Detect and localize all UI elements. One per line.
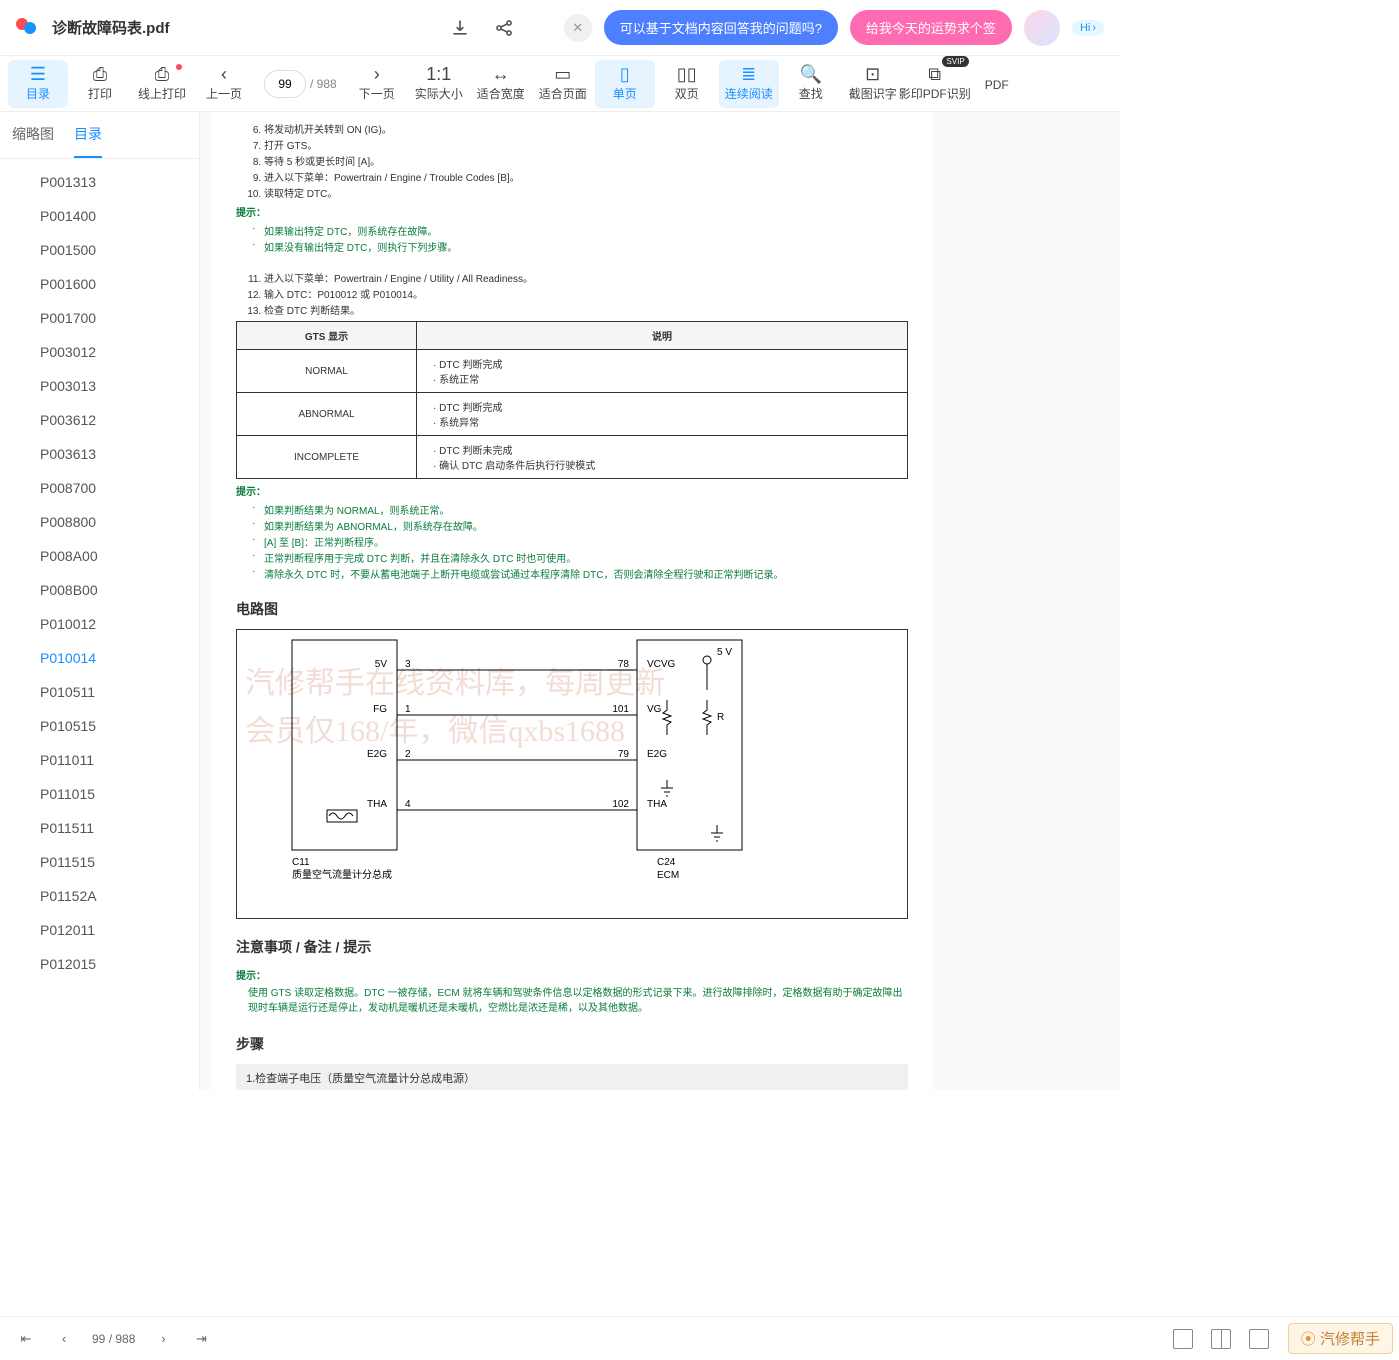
section-diagram-title: 电路图 xyxy=(236,599,908,619)
last-page-icon[interactable]: ⇥ xyxy=(191,1329,211,1349)
tool-上一页[interactable]: ‹上一页 xyxy=(194,60,254,108)
svg-text:3: 3 xyxy=(405,659,411,670)
svg-text:ECM: ECM xyxy=(657,870,679,881)
svg-text:C11: C11 xyxy=(292,857,310,868)
section-notes-title: 注意事项 / 备注 / 提示 xyxy=(236,937,908,957)
page-input[interactable] xyxy=(264,70,306,98)
toc-item-P008A00[interactable]: P008A00 xyxy=(0,539,199,573)
next-page-icon[interactable]: › xyxy=(153,1329,173,1349)
download-icon[interactable] xyxy=(444,12,476,44)
svg-text:R: R xyxy=(717,712,724,723)
toc-item-P011015[interactable]: P011015 xyxy=(0,777,199,811)
svg-text:质量空气流量计分总成: 质量空气流量计分总成 xyxy=(292,868,392,881)
ai-question-pill[interactable]: 可以基于文档内容回答我的问题吗? xyxy=(604,10,838,45)
svg-text:E2G: E2G xyxy=(647,749,667,760)
tool-下一页[interactable]: ›下一页 xyxy=(347,60,407,108)
toc-item-P010511[interactable]: P010511 xyxy=(0,675,199,709)
svg-text:2: 2 xyxy=(405,749,411,760)
svg-text:1: 1 xyxy=(405,704,411,715)
svg-text:79: 79 xyxy=(618,749,630,760)
tool-查找[interactable]: 🔍查找 xyxy=(781,60,841,108)
svg-text:THA: THA xyxy=(367,799,387,810)
toc-item-P003012[interactable]: P003012 xyxy=(0,335,199,369)
tab-thumbnail[interactable]: 缩略图 xyxy=(12,112,54,158)
avatar[interactable] xyxy=(1024,10,1060,46)
toc-item-P008700[interactable]: P008700 xyxy=(0,471,199,505)
gts-table: GTS 显示 说明 NORMALDTC 判断完成系统正常ABNORMALDTC … xyxy=(236,321,908,479)
svg-text:4: 4 xyxy=(405,799,411,810)
svg-text:101: 101 xyxy=(612,704,629,715)
step-list-b: 进入以下菜单：Powertrain / Engine / Utility / A… xyxy=(264,270,908,317)
svg-text:102: 102 xyxy=(612,799,629,810)
tool-连续阅读[interactable]: ≣连续阅读 xyxy=(719,60,779,108)
toc-item-P011011[interactable]: P011011 xyxy=(0,743,199,777)
toc-item-P001500[interactable]: P001500 xyxy=(0,233,199,267)
svg-text:5V: 5V xyxy=(375,659,388,670)
svg-text:5 V: 5 V xyxy=(717,647,732,658)
toc-item-P010012[interactable]: P010012 xyxy=(0,607,199,641)
toc-item-P001400[interactable]: P001400 xyxy=(0,199,199,233)
toc-item-P011515[interactable]: P011515 xyxy=(0,845,199,879)
layout-double-icon[interactable] xyxy=(1211,1329,1231,1349)
toc-item-P012011[interactable]: P012011 xyxy=(0,913,199,947)
app-logo xyxy=(16,16,40,40)
toc-item-P010515[interactable]: P010515 xyxy=(0,709,199,743)
layout-continuous-icon[interactable] xyxy=(1249,1329,1269,1349)
toc-item-P001700[interactable]: P001700 xyxy=(0,301,199,335)
step-list-a: 将发动机开关转到 ON (IG)。打开 GTS。等待 5 秒或更长时间 [A]。… xyxy=(264,121,908,200)
tab-toc[interactable]: 目录 xyxy=(74,112,102,158)
toc-item-P003613[interactable]: P003613 xyxy=(0,437,199,471)
toc-item-P012015[interactable]: P012015 xyxy=(0,947,199,981)
first-page-icon[interactable]: ⇤ xyxy=(16,1329,36,1349)
hint-label: 提示： xyxy=(236,204,908,219)
svg-text:VCVG: VCVG xyxy=(647,659,676,670)
svg-text:78: 78 xyxy=(618,659,630,670)
tool-线上打印[interactable]: ⎙线上打印 xyxy=(132,60,192,108)
svg-text:C24: C24 xyxy=(657,857,676,868)
toc-item-P011511[interactable]: P011511 xyxy=(0,811,199,845)
toc-item-P003612[interactable]: P003612 xyxy=(0,403,199,437)
notes-text: 使用 GTS 读取定格数据。DTC 一被存储，ECM 就将车辆和驾驶条件信息以定… xyxy=(248,986,908,1016)
hint-list-2: 如果判断结果为 NORMAL，则系统正常。如果判断结果为 ABNORMAL，则系… xyxy=(264,502,908,581)
prev-page-icon[interactable]: ‹ xyxy=(54,1329,74,1349)
svg-text:FG: FG xyxy=(373,704,387,715)
toc-item-P008800[interactable]: P008800 xyxy=(0,505,199,539)
toc-item-P010014[interactable]: P010014 xyxy=(0,641,199,675)
toc-list: P001313P001400P001500P001600P001700P0030… xyxy=(0,159,199,1090)
svg-text:VG: VG xyxy=(647,704,662,715)
tool-单页[interactable]: ▯单页 xyxy=(595,60,655,108)
toolbar: ☰目录⎙打印⎙线上打印‹上一页 / 988 ›下一页1:1实际大小↔适合宽度▭适合页… xyxy=(0,56,1120,112)
hi-badge[interactable]: Hi› xyxy=(1072,20,1104,36)
file-title: 诊断故障码表.pdf xyxy=(52,17,170,38)
toc-item-P001600[interactable]: P001600 xyxy=(0,267,199,301)
step-1-title: 1.检查端子电压（质量空气流量计分总成电源） xyxy=(236,1064,908,1090)
page-total: / 988 xyxy=(310,77,337,91)
tool-影印PDF识别[interactable]: ⧉影印PDF识别SVIP xyxy=(905,60,965,108)
fortune-pill[interactable]: 给我今天的运势求个签 xyxy=(850,10,1012,45)
layout-single-icon[interactable] xyxy=(1173,1329,1193,1349)
toc-item-P003013[interactable]: P003013 xyxy=(0,369,199,403)
toc-item-P008B00[interactable]: P008B00 xyxy=(0,573,199,607)
svg-text:THA: THA xyxy=(647,799,667,810)
close-icon[interactable]: ✕ xyxy=(564,14,592,42)
brand-watermark: ⦿ 汽修帮手 xyxy=(1288,1323,1393,1354)
page-indicator: 99 / 988 xyxy=(92,1332,135,1346)
toc-item-P001313[interactable]: P001313 xyxy=(0,165,199,199)
tool-适合宽度[interactable]: ↔适合宽度 xyxy=(471,60,531,108)
tool-打印[interactable]: ⎙打印 xyxy=(70,60,130,108)
toc-item-P01152A[interactable]: P01152A xyxy=(0,879,199,913)
svg-text:E2G: E2G xyxy=(367,749,387,760)
hint-label-2: 提示： xyxy=(236,483,908,498)
hint-list-1: 如果输出特定 DTC，则系统存在故障。如果没有输出特定 DTC，则执行下列步骤。 xyxy=(264,223,908,254)
notes-label: 提示： xyxy=(236,967,908,982)
tool-目录[interactable]: ☰目录 xyxy=(8,60,68,108)
tool-实际大小[interactable]: 1:1实际大小 xyxy=(409,60,469,108)
tool-适合页面[interactable]: ▭适合页面 xyxy=(533,60,593,108)
tool-截图识字[interactable]: ⊡截图识字 xyxy=(843,60,903,108)
tool-双页[interactable]: ▯▯双页 xyxy=(657,60,717,108)
section-steps-title: 步骤 xyxy=(236,1034,908,1054)
circuit-diagram: 汽修帮手在线资料库，每周更新会员仅168/年，微信qxbs1688 xyxy=(236,629,908,919)
tool-PDF[interactable]: PDF xyxy=(967,60,1027,108)
share-icon[interactable] xyxy=(488,12,520,44)
